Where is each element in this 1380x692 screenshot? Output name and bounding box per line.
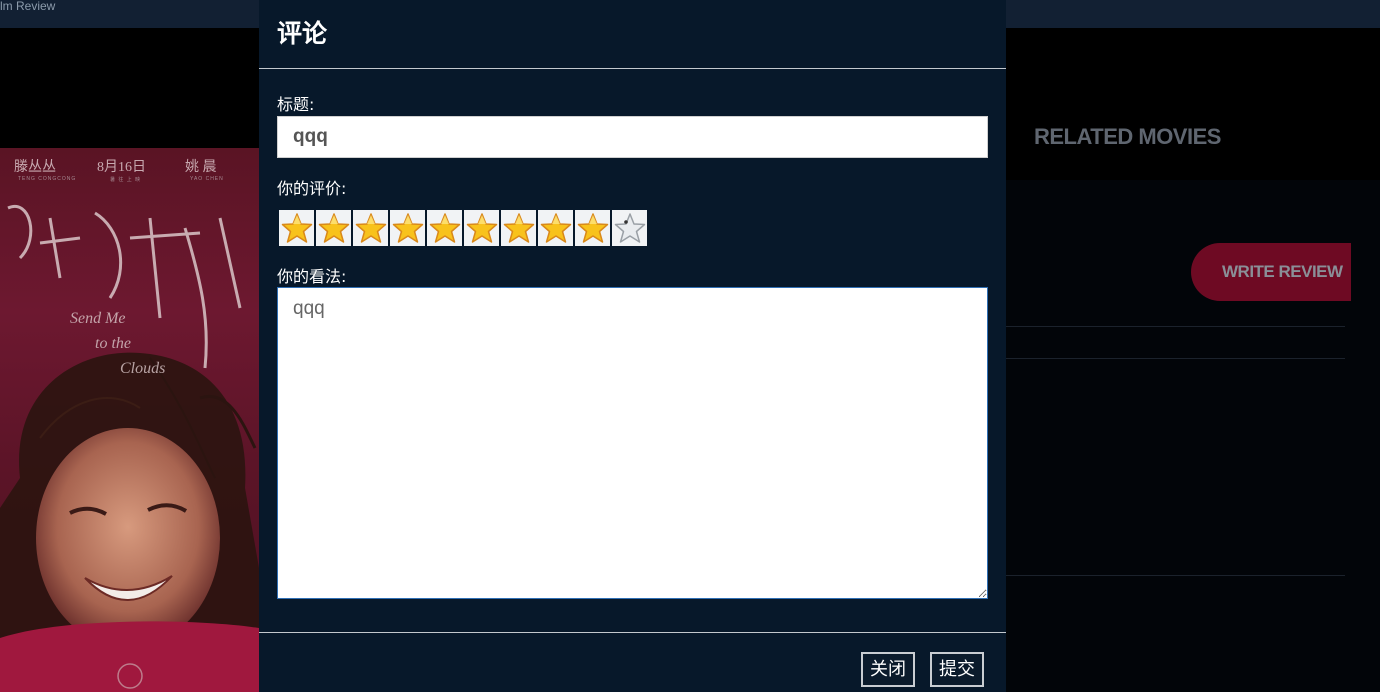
review-modal: 评论 标题: 你的评价: 你的看法: qqq 关闭 提交 [259, 0, 1006, 692]
poster-english-title: to the [95, 335, 131, 352]
review-title-input[interactable] [277, 116, 988, 158]
write-review-button[interactable]: WRITE REVIEW [1191, 243, 1351, 301]
title-label: 标题: [277, 95, 315, 114]
poster-english-title: Send Me [70, 310, 126, 327]
star-empty-icon[interactable] [612, 210, 647, 246]
star-filled-icon[interactable] [353, 210, 388, 246]
related-movies-heading: RELATED MOVIES [1034, 124, 1221, 149]
page: lm Review RELATED MOVIES WRITE REVIEW 滕丛… [0, 0, 1380, 692]
star-filled-icon[interactable] [501, 210, 536, 246]
review-opinion-textarea[interactable]: qqq [277, 287, 988, 599]
star-filled-icon[interactable] [427, 210, 462, 246]
modal-header: 评论 [259, 0, 1006, 69]
star-filled-icon[interactable] [575, 210, 610, 246]
divider [1006, 326, 1345, 327]
opinion-label: 你的看法: [277, 267, 347, 286]
divider [1006, 358, 1345, 359]
close-button[interactable]: 关闭 [861, 652, 915, 687]
submit-button[interactable]: 提交 [930, 652, 984, 687]
star-filled-icon[interactable] [279, 210, 314, 246]
divider [1006, 575, 1345, 576]
star-filled-icon[interactable] [316, 210, 351, 246]
rating-label: 你的评价: [277, 179, 347, 198]
tab-title[interactable]: lm Review [0, 0, 55, 13]
star-filled-icon[interactable] [390, 210, 425, 246]
star-filled-icon[interactable] [464, 210, 499, 246]
poster-english-title: Clouds [120, 360, 165, 377]
footer-divider [259, 632, 1006, 633]
modal-title: 评论 [277, 19, 328, 48]
movie-poster: 滕丛丛 8月16日 姚 晨 TENG CONGCONG 暑 往 上 映 YAO … [0, 148, 259, 692]
poster-artwork: Send Me to the Clouds [0, 204, 259, 692]
star-rating[interactable] [279, 210, 647, 246]
star-filled-icon[interactable] [538, 210, 573, 246]
